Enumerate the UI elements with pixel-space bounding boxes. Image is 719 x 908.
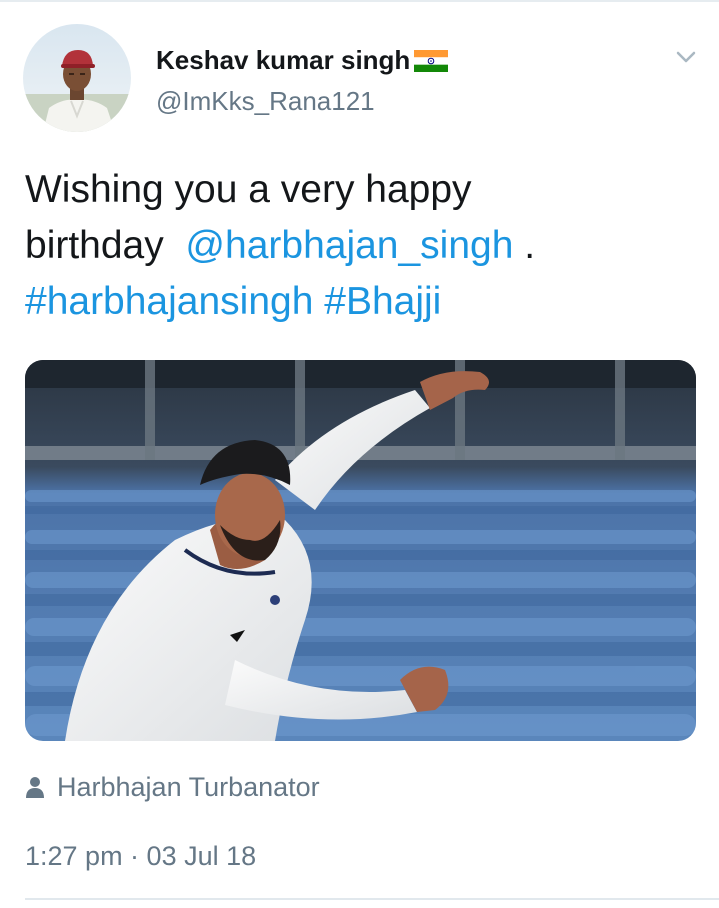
avatar-image — [23, 24, 131, 132]
tweet-text: Wishing you a very happy birthday @harbh… — [25, 162, 695, 330]
hashtag-link-harbhajansingh[interactable]: #harbhajansingh — [25, 280, 313, 323]
chevron-down-icon[interactable] — [671, 42, 701, 72]
cricket-photo — [25, 360, 696, 741]
author-handle[interactable]: @ImKks_Rana121 — [156, 85, 375, 117]
tweet-media-image[interactable] — [25, 360, 696, 741]
top-divider — [0, 0, 719, 2]
tagged-user[interactable]: Harbhajan Turbanator — [25, 770, 320, 804]
tagged-user-name: Harbhajan Turbanator — [57, 772, 320, 802]
author-display-name[interactable]: Keshav kumar singh — [156, 44, 449, 76]
tweet-text-line3: #harbhajansingh #Bhajji — [25, 274, 695, 330]
avatar[interactable] — [23, 24, 131, 132]
tweet-text-line1: Wishing you a very happy — [25, 168, 472, 211]
hashtag-link-bhajji[interactable]: #Bhajji — [324, 280, 441, 323]
tweet-text-line2: birthday @harbhajan_singh . — [25, 218, 695, 274]
bottom-divider — [25, 898, 719, 900]
india-flag-icon — [414, 50, 449, 72]
tweet-timestamp[interactable]: 1:27 pm · 03 Jul 18 — [25, 839, 256, 873]
author-name-text: Keshav kumar singh — [156, 45, 411, 75]
tweet-text-period: . — [524, 224, 536, 267]
tweet-text-birthday: birthday — [25, 224, 164, 267]
mention-link[interactable]: @harbhajan_singh — [185, 224, 513, 267]
person-icon — [26, 777, 44, 798]
